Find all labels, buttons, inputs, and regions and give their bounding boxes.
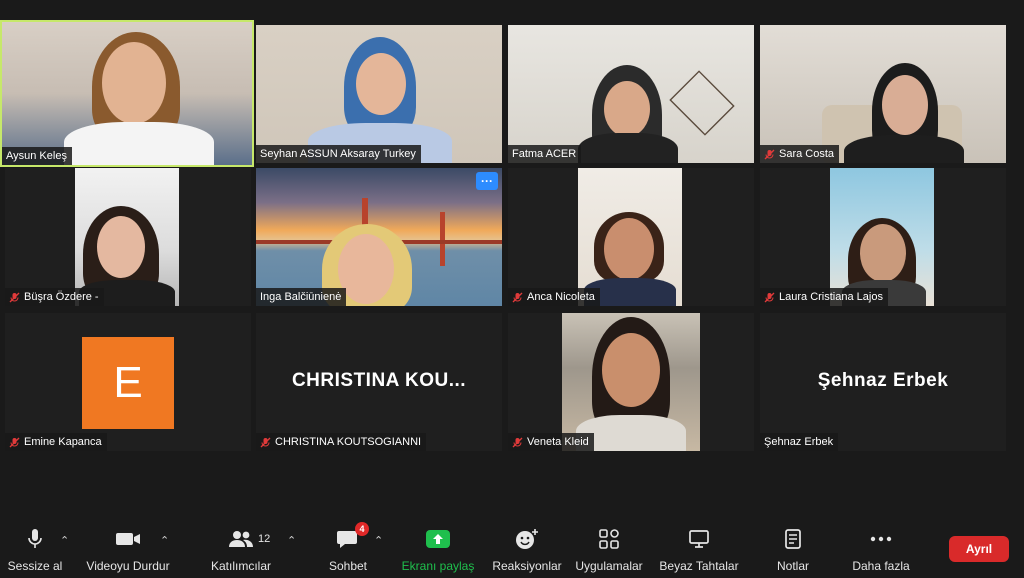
apps-button[interactable]: Uygulamalar — [572, 528, 646, 573]
muted-mic-icon — [764, 292, 775, 303]
mute-button[interactable]: Sessize al — [8, 528, 62, 573]
more-horizontal-icon — [870, 528, 892, 550]
participant-video — [2, 22, 252, 165]
participant-tile[interactable]: CHRISTINA KOU... CHRISTINA KOUTSOGIANNI — [256, 313, 502, 451]
participant-tile[interactable]: ··· Inga Balčiūnienė — [256, 168, 502, 306]
apps-label: Uygulamalar — [575, 559, 643, 573]
microphone-icon — [27, 528, 43, 550]
mute-label: Sessize al — [7, 559, 63, 573]
participant-tile[interactable]: Fatma ACER — [508, 25, 754, 163]
leave-button[interactable]: Ayrıl — [949, 536, 1009, 562]
participant-name: Büşra Özdere - — [24, 291, 99, 303]
participant-video — [830, 168, 934, 306]
more-horizontal-icon: ··· — [481, 174, 493, 188]
participants-count: 12 — [258, 533, 271, 545]
leave-label: Ayrıl — [965, 542, 993, 556]
participant-name-tag: Fatma ACER — [508, 145, 582, 163]
whiteboards-button[interactable]: Beyaz Tahtalar — [656, 528, 742, 573]
participant-tile[interactable]: Aysun Keleş — [0, 20, 254, 167]
participant-name-tag: Emine Kapanca — [5, 433, 107, 451]
participant-tile[interactable]: Sara Costa — [760, 25, 1006, 163]
participant-name: CHRISTINA KOUTSOGIANNI — [275, 436, 422, 448]
participant-name-tag: Laura Cristiana Lajos — [760, 288, 888, 306]
muted-mic-icon — [9, 292, 20, 303]
participant-name: Sara Costa — [779, 148, 835, 160]
participant-name-tag: Inga Balčiūnienė — [256, 288, 347, 306]
meeting-toolbar: Sessize al ⌃ Videoyu Durdur ⌃ Katılımcıl… — [0, 520, 1024, 578]
whiteboard-icon — [688, 528, 710, 550]
participant-name: Şehnaz Erbek — [764, 436, 834, 448]
participant-display-name: CHRISTINA KOU... — [291, 370, 467, 391]
whiteboard-label: Beyaz Tahtalar — [659, 559, 739, 573]
video-options-caret[interactable]: ⌃ — [160, 534, 169, 547]
participant-name: Fatma ACER — [512, 148, 577, 160]
participant-video — [562, 313, 700, 451]
participant-name: Emine Kapanca — [24, 436, 102, 448]
share-label: Ekranı paylaş — [401, 559, 475, 573]
participant-tile[interactable]: Büşra Özdere - — [5, 168, 251, 306]
chat-unread-badge: 4 — [355, 522, 369, 536]
chat-label: Sohbet — [328, 559, 368, 573]
video-label: Videoyu Durdur — [86, 559, 170, 573]
participant-tile[interactable]: E Emine Kapanca — [5, 313, 251, 451]
avatar: E — [82, 337, 174, 429]
participant-name-tag: Sara Costa — [760, 145, 840, 163]
muted-mic-icon — [260, 437, 271, 448]
participant-name: Seyhan ASSUN Aksaray Turkey — [260, 148, 416, 160]
reactions-button[interactable]: Reaksiyonlar — [490, 528, 564, 573]
avatar-letter: E — [113, 358, 143, 407]
audio-options-caret[interactable]: ⌃ — [60, 534, 69, 547]
muted-mic-icon — [764, 149, 775, 160]
participant-name-tag: Anca Nicoleta — [508, 288, 600, 306]
participant-name: Laura Cristiana Lajos — [779, 291, 883, 303]
participant-name-tag: Aysun Keleş — [2, 147, 72, 165]
muted-mic-icon — [512, 437, 523, 448]
participant-tile[interactable]: Seyhan ASSUN Aksaray Turkey — [256, 25, 502, 163]
participant-name: Aysun Keleş — [6, 150, 67, 162]
participant-name-tag: Veneta Kleid — [508, 433, 594, 451]
participant-name: Anca Nicoleta — [527, 291, 595, 303]
participant-name-tag: Şehnaz Erbek — [760, 433, 839, 451]
video-gallery: Aysun Keleş Seyhan ASSUN Aksaray Turkey … — [0, 20, 1024, 452]
participant-video — [578, 168, 682, 306]
apps-icon — [599, 528, 619, 550]
participants-icon — [228, 528, 254, 550]
more-label: Daha fazla — [852, 559, 910, 573]
chat-options-caret[interactable]: ⌃ — [374, 534, 383, 547]
participant-tile[interactable]: Anca Nicoleta — [508, 168, 754, 306]
more-button[interactable]: Daha fazla — [846, 528, 916, 573]
participant-video — [256, 25, 502, 163]
participant-video — [75, 168, 179, 306]
participant-video — [508, 25, 754, 163]
share-screen-icon — [426, 528, 450, 550]
notes-label: Notlar — [776, 559, 809, 573]
participant-name-tag: Büşra Özdere - — [5, 288, 104, 306]
participant-video — [256, 168, 502, 306]
chat-button[interactable]: 4 Sohbet — [326, 522, 370, 573]
participant-video — [760, 25, 1006, 163]
participant-name: Veneta Kleid — [527, 436, 589, 448]
participant-tile[interactable]: Şehnaz Erbek Şehnaz Erbek — [760, 313, 1006, 451]
participant-name: Inga Balčiūnienė — [260, 291, 342, 303]
reactions-label: Reaksiyonlar — [492, 559, 562, 573]
more-options-button[interactable]: ··· — [476, 172, 498, 190]
participant-name-tag: Seyhan ASSUN Aksaray Turkey — [256, 145, 421, 163]
participants-options-caret[interactable]: ⌃ — [287, 534, 296, 547]
participant-tile[interactable]: Veneta Kleid — [508, 313, 754, 451]
chat-bubble-icon: 4 — [337, 522, 369, 550]
video-camera-icon — [115, 528, 141, 550]
participant-name-tag: CHRISTINA KOUTSOGIANNI — [256, 433, 427, 451]
smiley-plus-icon — [515, 528, 539, 550]
participant-tile[interactable]: Laura Cristiana Lajos — [760, 168, 1006, 306]
participant-display-name: Şehnaz Erbek — [817, 370, 949, 391]
participants-label: Katılımcılar — [210, 559, 271, 573]
muted-mic-icon — [512, 292, 523, 303]
notes-icon — [784, 528, 802, 550]
share-screen-button[interactable]: Ekranı paylaş — [400, 528, 476, 573]
muted-mic-icon — [9, 437, 20, 448]
notes-button[interactable]: Notlar — [770, 528, 816, 573]
